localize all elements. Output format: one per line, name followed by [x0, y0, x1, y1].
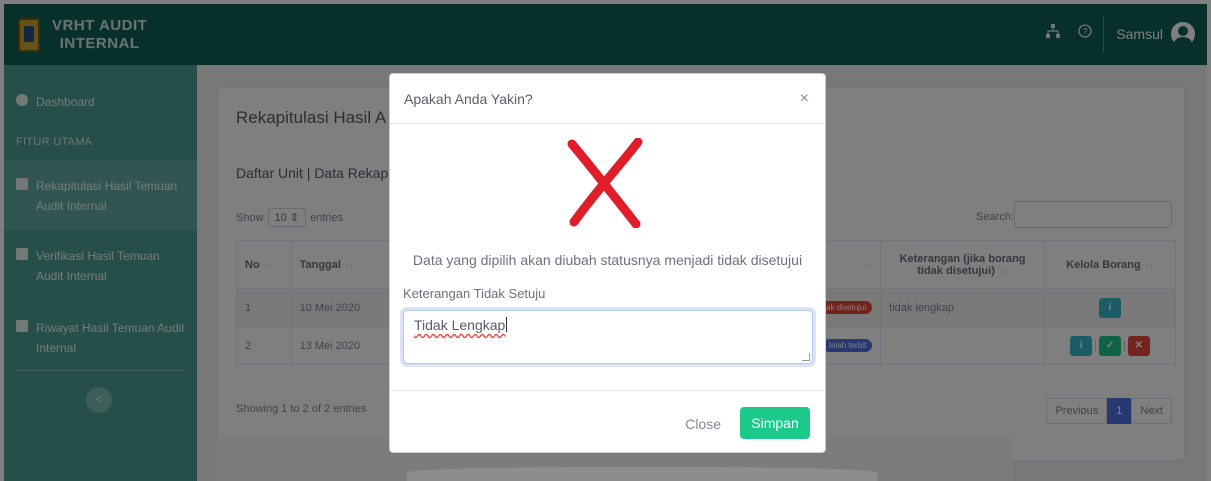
text-caret — [506, 317, 508, 332]
cross-icon — [567, 138, 643, 228]
keterangan-textarea[interactable]: Tidak Lengkap — [403, 310, 813, 364]
resize-handle[interactable] — [802, 353, 810, 361]
modal-message: Data yang dipilih akan diubah statusnya … — [412, 252, 803, 268]
modal-footer: Close Simpan — [390, 390, 825, 454]
close-button[interactable]: Close — [685, 416, 721, 432]
keterangan-label: Keterangan Tidak Setuju — [403, 286, 546, 301]
modal-header: Apakah Anda Yakin? × — [390, 74, 825, 124]
confirm-modal: Apakah Anda Yakin? × Data yang dipilih a… — [389, 73, 826, 453]
save-button[interactable]: Simpan — [740, 407, 810, 439]
close-icon[interactable]: × — [800, 91, 809, 107]
textarea-value: Tidak Lengkap — [414, 317, 506, 333]
modal-title: Apakah Anda Yakin? — [404, 91, 533, 107]
